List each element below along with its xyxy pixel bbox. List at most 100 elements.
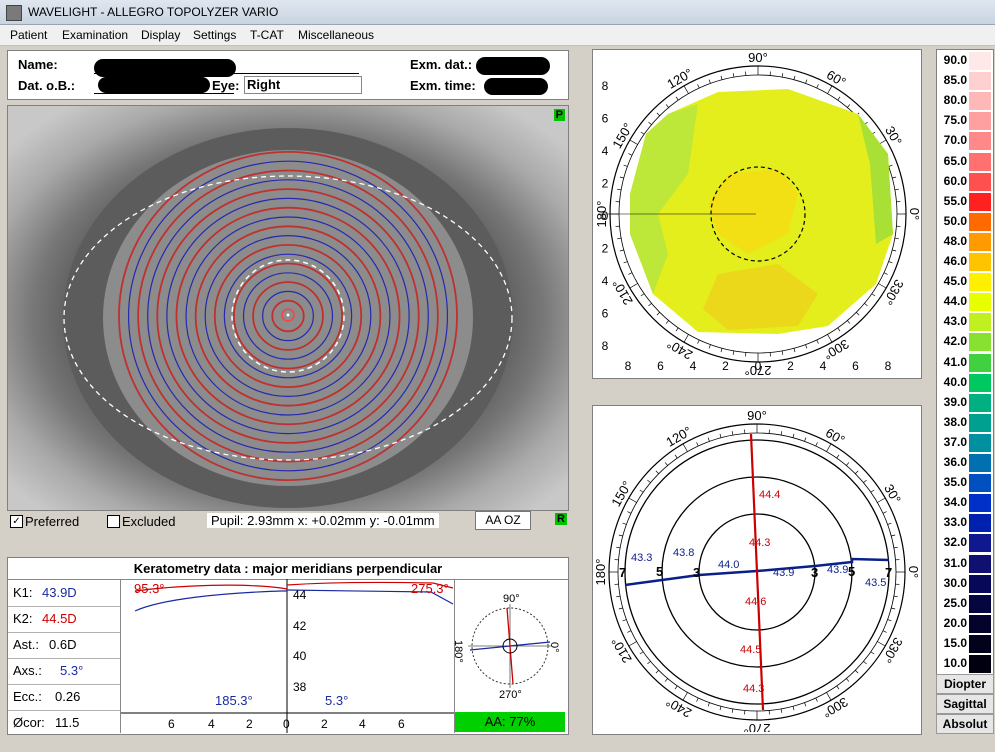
degree-tick bbox=[639, 651, 644, 655]
degree-tick bbox=[846, 678, 850, 682]
scale-row: 55.0 bbox=[939, 192, 991, 211]
scale-row: 42.0 bbox=[939, 333, 991, 352]
ecc-row: Ecc.: 0.26 bbox=[8, 684, 120, 711]
excluded-checkbox[interactable] bbox=[107, 515, 120, 528]
scale-value: 10.0 bbox=[943, 656, 967, 670]
eye-label: Eye: bbox=[212, 78, 240, 93]
scale-swatch bbox=[969, 253, 991, 271]
degree-tick bbox=[674, 454, 678, 459]
degree-tick bbox=[780, 431, 783, 436]
dcor-value: 11.5 bbox=[55, 715, 80, 730]
topo-xtick: 6 bbox=[657, 359, 664, 373]
menu-display[interactable]: Display bbox=[141, 28, 180, 42]
scale-value: 55.0 bbox=[943, 193, 967, 208]
scale-swatch bbox=[969, 72, 991, 91]
degree-tick bbox=[731, 708, 734, 713]
scale-row: 41.0 bbox=[939, 353, 991, 372]
degree-tick bbox=[792, 706, 795, 711]
degree-tick bbox=[696, 442, 699, 447]
angle-label-275: 275.3° bbox=[411, 581, 449, 596]
topo-xtick: 2 bbox=[787, 359, 794, 373]
angle-label: 0° bbox=[907, 208, 919, 220]
scale-value: 36.0 bbox=[943, 455, 967, 469]
patient-info-panel: Name: Dat. o.B.: Eye: Right Exm. dat.: E… bbox=[7, 50, 569, 100]
scale-swatch bbox=[969, 554, 991, 573]
angle-label: 270° bbox=[744, 721, 771, 732]
menu-tcat[interactable]: T-CAT bbox=[250, 28, 284, 42]
degree-tick bbox=[877, 497, 886, 503]
scale-value: 33.0 bbox=[943, 515, 967, 530]
degree-tick bbox=[855, 470, 859, 474]
scale-swatch bbox=[969, 574, 991, 593]
angle-label-5: 5.3° bbox=[325, 693, 348, 708]
scale-row: 45.0 bbox=[939, 273, 991, 292]
xtick-l6: 6 bbox=[168, 717, 175, 731]
menu-patient[interactable]: Patient bbox=[10, 28, 47, 42]
topo-xtick: 8 bbox=[885, 359, 892, 373]
ast-label: Ast.: bbox=[13, 637, 40, 652]
scale-swatch bbox=[969, 212, 991, 231]
k2-value: 44.5D bbox=[42, 611, 77, 626]
ytick-40: 40 bbox=[293, 649, 307, 663]
degree-tick bbox=[804, 437, 807, 442]
ring-label-7-left: 7 bbox=[619, 565, 626, 580]
degree-tick bbox=[877, 641, 886, 647]
pupil-info: Pupil: 2.93mm x: +0.02mm y: -0.01mm bbox=[207, 513, 439, 528]
dob-redaction bbox=[98, 77, 210, 93]
scale-row: 36.0 bbox=[939, 454, 991, 472]
excluded-label: Excluded bbox=[122, 514, 176, 529]
scale-value: 60.0 bbox=[943, 173, 967, 188]
eye-image-panel: P bbox=[7, 105, 569, 511]
scale-swatch bbox=[969, 454, 991, 472]
scale-value: 15.0 bbox=[943, 635, 967, 650]
degree-tick bbox=[887, 619, 892, 622]
scale-value: 45.0 bbox=[943, 274, 967, 289]
scale-swatch bbox=[969, 192, 991, 211]
scale-row: 46.0 bbox=[939, 253, 991, 271]
v-value-5: 44.3 bbox=[743, 683, 764, 695]
menu-examination[interactable]: Examination bbox=[62, 28, 128, 42]
scale-value: 43.0 bbox=[943, 314, 967, 329]
topo-ytick: 2 bbox=[602, 177, 609, 191]
sagittal-button[interactable]: Sagittal bbox=[936, 694, 994, 714]
degree-tick bbox=[639, 489, 644, 493]
v-value-3: 44.6 bbox=[745, 596, 766, 608]
exam-time-redaction bbox=[484, 78, 548, 95]
title-bar: WAVELIGHT - ALLEGRO TOPOLYZER VARIO bbox=[0, 0, 995, 25]
eye-value: Right bbox=[244, 76, 362, 94]
diopter-button[interactable]: Diopter bbox=[936, 674, 994, 694]
topo-ytick: 4 bbox=[602, 144, 609, 158]
degree-tick bbox=[655, 670, 659, 674]
mini-0: 0° bbox=[548, 642, 560, 653]
menu-miscellaneous[interactable]: Miscellaneous bbox=[298, 28, 374, 42]
scale-row: 65.0 bbox=[939, 152, 991, 171]
v-value-1: 44.4 bbox=[759, 489, 780, 501]
scale-row: 25.0 bbox=[939, 594, 991, 613]
scale-swatch bbox=[969, 132, 991, 151]
scale-value: 65.0 bbox=[943, 153, 967, 168]
ytick-42: 42 bbox=[293, 619, 307, 633]
preferred-checkbox[interactable]: ✓ bbox=[10, 515, 23, 528]
ring-label-3-right: 3 bbox=[811, 565, 818, 580]
scale-swatch bbox=[969, 273, 991, 292]
center-marker bbox=[286, 313, 290, 317]
angle-label: 180° bbox=[593, 559, 608, 586]
dob-label: Dat. o.B.: bbox=[18, 78, 76, 93]
angle-label: 0° bbox=[906, 566, 919, 578]
absolut-button[interactable]: Absolut bbox=[936, 714, 994, 734]
scale-value: 34.0 bbox=[943, 495, 967, 510]
topo-xtick: 6 bbox=[852, 359, 859, 373]
scale-row: 90.0 bbox=[939, 52, 991, 70]
aa-oz-button[interactable]: AA OZ bbox=[475, 511, 531, 530]
degree-tick bbox=[815, 697, 818, 702]
scale-value: 90.0 bbox=[943, 53, 967, 67]
degree-tick bbox=[826, 443, 832, 452]
degree-tick bbox=[855, 670, 859, 674]
scale-value: 50.0 bbox=[943, 213, 967, 228]
degree-tick bbox=[891, 607, 896, 610]
topo-xtick: 0 bbox=[755, 359, 762, 373]
menu-settings[interactable]: Settings bbox=[193, 28, 236, 42]
degree-tick bbox=[804, 702, 807, 707]
degree-tick bbox=[731, 431, 734, 436]
xtick-l4: 4 bbox=[208, 717, 215, 731]
